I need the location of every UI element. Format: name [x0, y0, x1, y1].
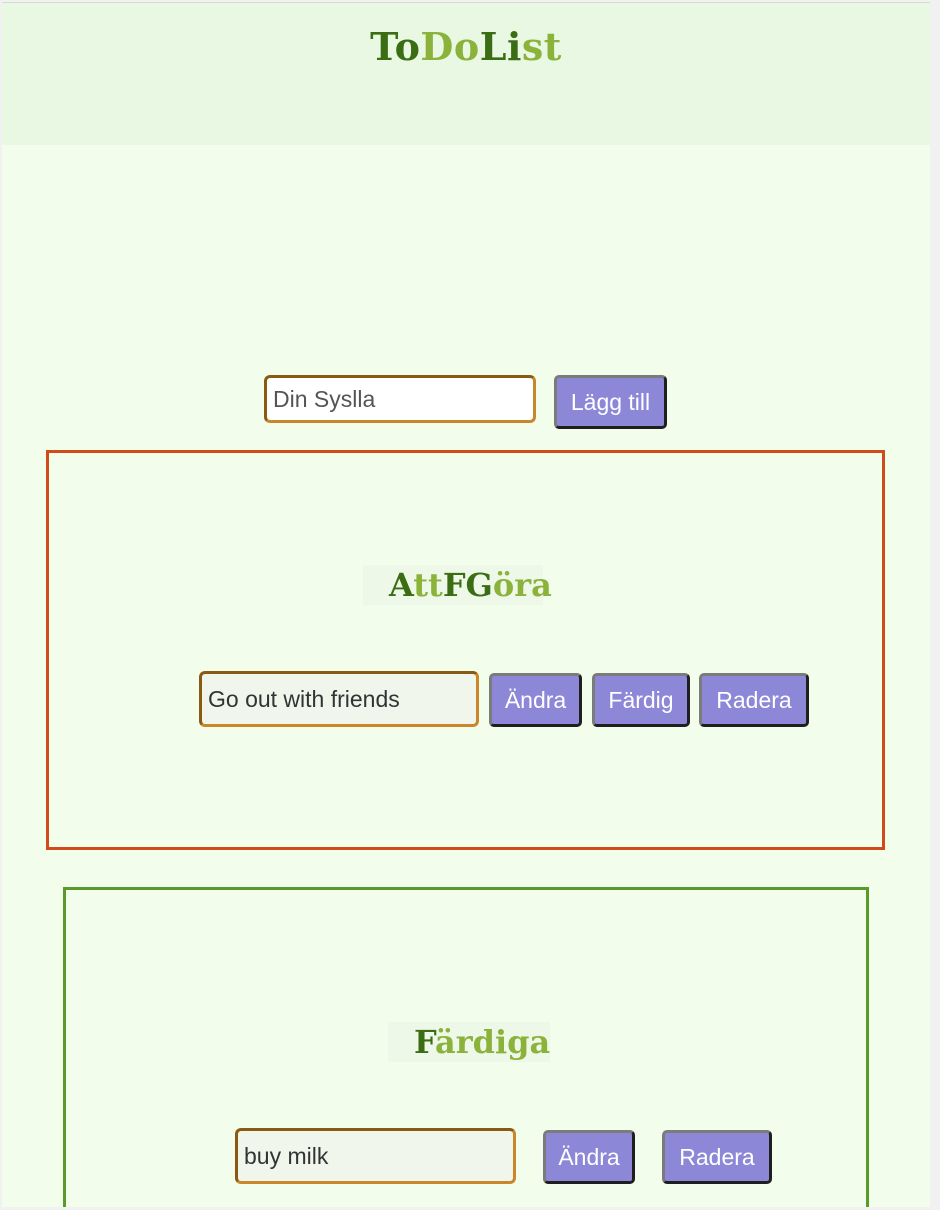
- edit-task-button[interactable]: Ändra: [543, 1130, 635, 1184]
- todo-heading-part: FG: [442, 566, 493, 604]
- todo-panel: AttFGöra Ändra Färdig Radera: [46, 450, 885, 850]
- done-panel: Färdiga Ändra Radera: [63, 887, 869, 1207]
- done-task-field[interactable]: [235, 1128, 516, 1184]
- done-heading-part: ärdiga: [434, 1023, 551, 1061]
- page: ToDoList Lägg till AttFGöra Ändra Färdig…: [2, 2, 930, 1207]
- app-title-part: Do: [420, 24, 480, 69]
- done-heading: Färdiga: [388, 1022, 550, 1062]
- delete-task-button[interactable]: Radera: [699, 673, 809, 727]
- done-heading-part: F: [414, 1023, 435, 1061]
- app-title-part: To: [370, 24, 421, 69]
- add-task-button[interactable]: Lägg till: [554, 375, 667, 429]
- app-title: ToDoList: [2, 23, 930, 71]
- app-title-part: Li: [479, 24, 522, 69]
- complete-task-button[interactable]: Färdig: [592, 673, 690, 727]
- new-task-input[interactable]: [264, 375, 536, 423]
- header: ToDoList: [2, 3, 930, 145]
- todo-heading-part: A: [389, 566, 414, 604]
- todo-task-field[interactable]: [199, 671, 479, 727]
- todo-heading-part: tt: [413, 566, 443, 604]
- todo-heading: AttFGöra: [363, 565, 552, 605]
- edit-task-button[interactable]: Ändra: [489, 673, 582, 727]
- app-title-part: st: [521, 24, 562, 69]
- todo-heading-part: öra: [492, 566, 552, 604]
- delete-task-button[interactable]: Radera: [662, 1130, 772, 1184]
